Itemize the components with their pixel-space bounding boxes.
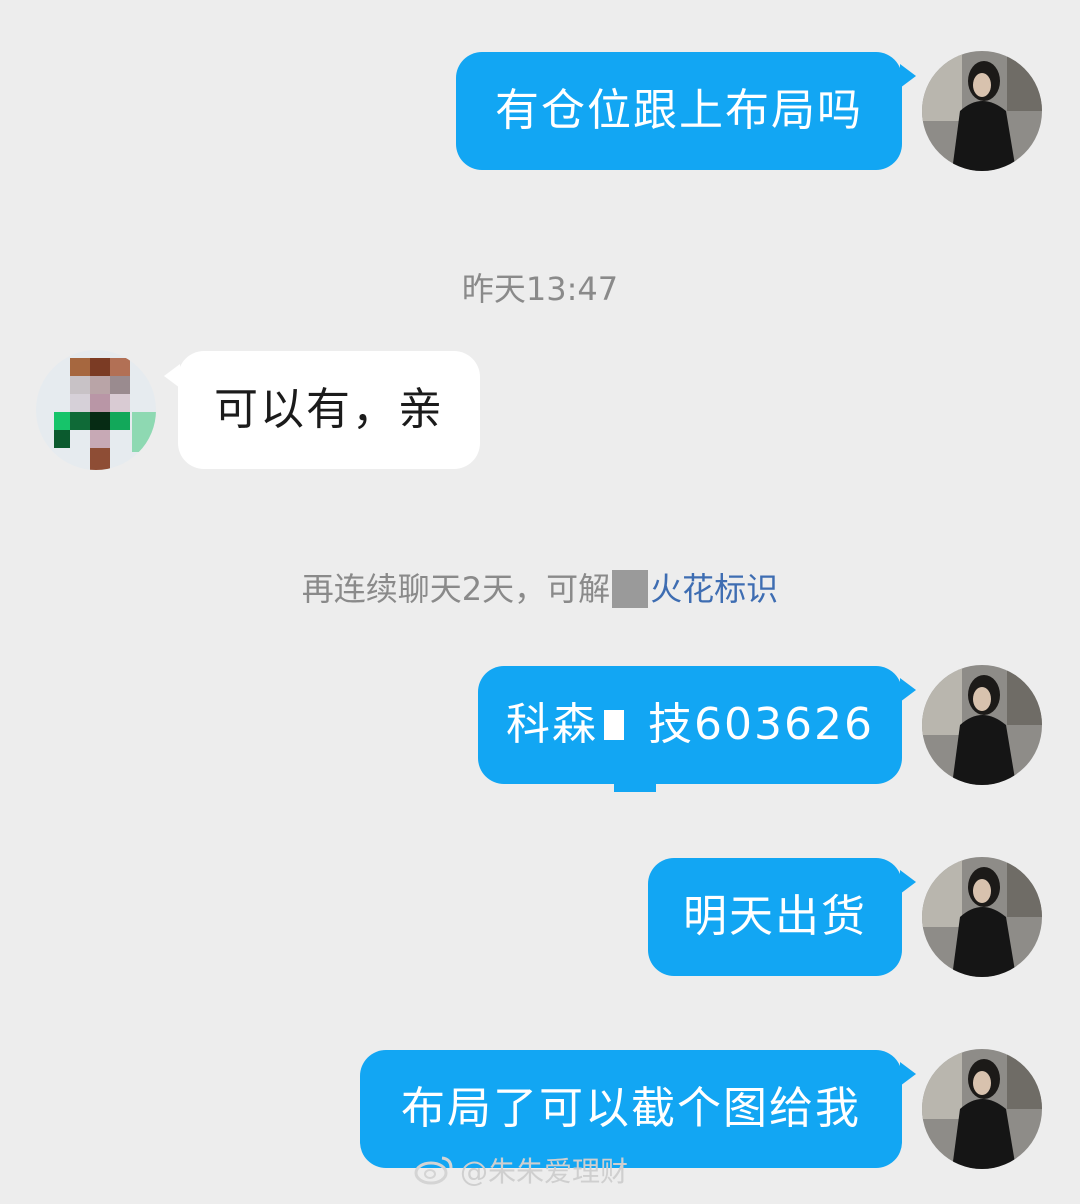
avatar-self[interactable] xyxy=(922,665,1042,785)
notice-text: 再连续聊天2天，可解 xyxy=(301,570,611,608)
message-text: 有仓位跟上布局吗 xyxy=(495,85,863,136)
streak-notice: 再连续聊天2天，可解 火花标识 xyxy=(0,564,1080,610)
message-text-part: 技603626 xyxy=(648,699,874,750)
message-text: 可以有，亲 xyxy=(214,384,444,435)
watermark: @朱朱爱理财 xyxy=(414,1150,628,1190)
watermark-text: @朱朱爱理财 xyxy=(460,1155,629,1188)
bubble-tail xyxy=(900,678,916,702)
message-bubble-outgoing[interactable]: 科森 技603626 xyxy=(478,666,902,784)
timestamp: 昨天13:47 xyxy=(461,270,619,308)
redaction-mask xyxy=(612,570,649,608)
weibo-icon xyxy=(414,1156,453,1185)
redaction-mask-edge xyxy=(614,784,656,792)
message-text: 明天出货 xyxy=(683,891,867,942)
avatar-contact[interactable] xyxy=(36,350,156,470)
spark-badge-link[interactable]: 火花标识 xyxy=(650,570,778,608)
avatar-self[interactable] xyxy=(922,51,1042,171)
redaction-mask xyxy=(604,710,625,740)
message-bubble-outgoing[interactable]: 明天出货 xyxy=(648,858,902,976)
bubble-tail xyxy=(900,870,916,894)
avatar-self[interactable] xyxy=(922,1049,1042,1169)
avatar-self[interactable] xyxy=(922,857,1042,977)
message-bubble-outgoing[interactable]: 有仓位跟上布局吗 xyxy=(456,52,902,170)
bubble-tail xyxy=(900,1062,916,1086)
message-text-part: 科森 xyxy=(506,699,599,750)
message-text: 布局了可以截个图给我 xyxy=(401,1083,861,1134)
message-bubble-incoming[interactable]: 可以有，亲 xyxy=(178,351,480,469)
bubble-tail xyxy=(900,64,916,88)
